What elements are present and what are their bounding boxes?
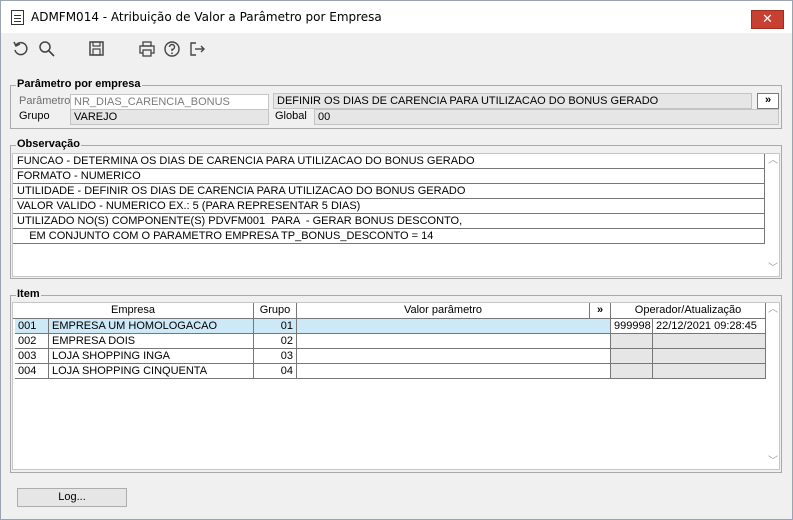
observacao-line: FUNCAO - DETERMINA OS DIAS DE CARENCIA P…	[13, 154, 765, 169]
global-field: 00	[314, 109, 779, 125]
document-icon	[11, 10, 24, 25]
window-title: ADMFM014 - Atribuição de Valor a Parâmet…	[31, 10, 382, 24]
scroll-up-icon[interactable]: ︿	[767, 305, 779, 315]
grupo-field: VAREJO	[70, 109, 269, 125]
observacao-line: FORMATO - NUMERICO	[13, 169, 765, 184]
help-icon[interactable]	[162, 40, 182, 60]
print-icon[interactable]	[137, 40, 157, 60]
row-code[interactable]: 004	[15, 364, 49, 379]
search-icon[interactable]	[37, 40, 57, 60]
row-empresa[interactable]: EMPRESA DOIS	[49, 334, 254, 349]
row-grupo[interactable]: 04	[254, 364, 297, 379]
row-grupo[interactable]: 01	[254, 319, 297, 334]
row-data	[653, 349, 766, 364]
scroll-up-icon[interactable]: ︿	[767, 156, 779, 166]
descricao-field: DEFINIR OS DIAS DE CARENCIA PARA UTILIZA…	[273, 93, 752, 109]
row-data	[653, 364, 766, 379]
row-code[interactable]: 003	[15, 349, 49, 364]
header-empresa[interactable]: Empresa	[13, 303, 254, 319]
parametro-field[interactable]: NR_DIAS_CARENCIA_BONUS	[70, 94, 269, 110]
row-valor[interactable]	[297, 334, 611, 349]
header-grupo[interactable]: Grupo	[254, 303, 297, 319]
save-icon[interactable]	[87, 40, 107, 60]
header-more-button[interactable]: »	[590, 303, 611, 319]
log-button[interactable]: Log...	[17, 488, 127, 507]
row-valor[interactable]	[297, 319, 611, 334]
close-button[interactable]: ✕	[751, 10, 784, 29]
parametro-group: Parâmetro por empresa Parâmetro NR_DIAS_…	[10, 78, 782, 129]
observacao-legend: Observação	[16, 138, 81, 150]
row-empresa[interactable]: LOJA SHOPPING INGA	[49, 349, 254, 364]
header-valor[interactable]: Valor parâmetro	[297, 303, 590, 319]
row-valor[interactable]	[297, 364, 611, 379]
row-code[interactable]: 001	[15, 319, 49, 334]
title-bar: ADMFM014 - Atribuição de Valor a Parâmet…	[1, 1, 792, 33]
row-empresa[interactable]: EMPRESA UM HOMOLOGACAO	[49, 319, 254, 334]
row-operador	[611, 364, 653, 379]
row-empresa[interactable]: LOJA SHOPPING CINQUENTA	[49, 364, 254, 379]
header-operador[interactable]: Operador/Atualização	[611, 303, 766, 319]
parametro-legend: Parâmetro por empresa	[16, 78, 142, 90]
global-label: Global	[275, 110, 307, 122]
row-data: 22/12/2021 09:28:45	[653, 319, 766, 334]
item-group: Item Empresa Grupo Valor parâmetro » Ope…	[10, 288, 782, 473]
undo-icon[interactable]	[11, 40, 31, 60]
observacao-line: UTILIZADO NO(S) COMPONENTE(S) PDVFM001 P…	[13, 214, 765, 229]
parametro-label: Parâmetro	[19, 95, 71, 107]
row-code[interactable]: 002	[15, 334, 49, 349]
observacao-group: Observação FUNCAO - DETERMINA OS DIAS DE…	[10, 138, 782, 279]
row-grupo[interactable]: 03	[254, 349, 297, 364]
item-legend: Item	[16, 288, 41, 300]
main-window: ADMFM014 - Atribuição de Valor a Parâmet…	[0, 0, 793, 520]
exit-icon[interactable]	[187, 40, 207, 60]
observacao-line: EM CONJUNTO COM O PARAMETRO EMPRESA TP_B…	[13, 229, 765, 244]
row-operador: 999998	[611, 319, 653, 334]
parametro-more-button[interactable]: »	[757, 93, 779, 109]
observacao-line: UTILIDADE - DEFINIR OS DIAS DE CARENCIA …	[13, 184, 765, 199]
observacao-text-area[interactable]: FUNCAO - DETERMINA OS DIAS DE CARENCIA P…	[12, 153, 780, 277]
row-operador	[611, 349, 653, 364]
scroll-down-icon[interactable]: ﹀	[767, 264, 779, 274]
row-data	[653, 334, 766, 349]
observacao-line: VALOR VALIDO - NUMERICO EX.: 5 (PARA REP…	[13, 199, 765, 214]
row-grupo[interactable]: 02	[254, 334, 297, 349]
item-grid: Empresa Grupo Valor parâmetro » Operador…	[12, 302, 780, 470]
toolbar	[1, 33, 792, 69]
scroll-down-icon[interactable]: ﹀	[767, 457, 779, 467]
grupo-label: Grupo	[19, 110, 50, 122]
row-operador	[611, 334, 653, 349]
row-valor[interactable]	[297, 349, 611, 364]
